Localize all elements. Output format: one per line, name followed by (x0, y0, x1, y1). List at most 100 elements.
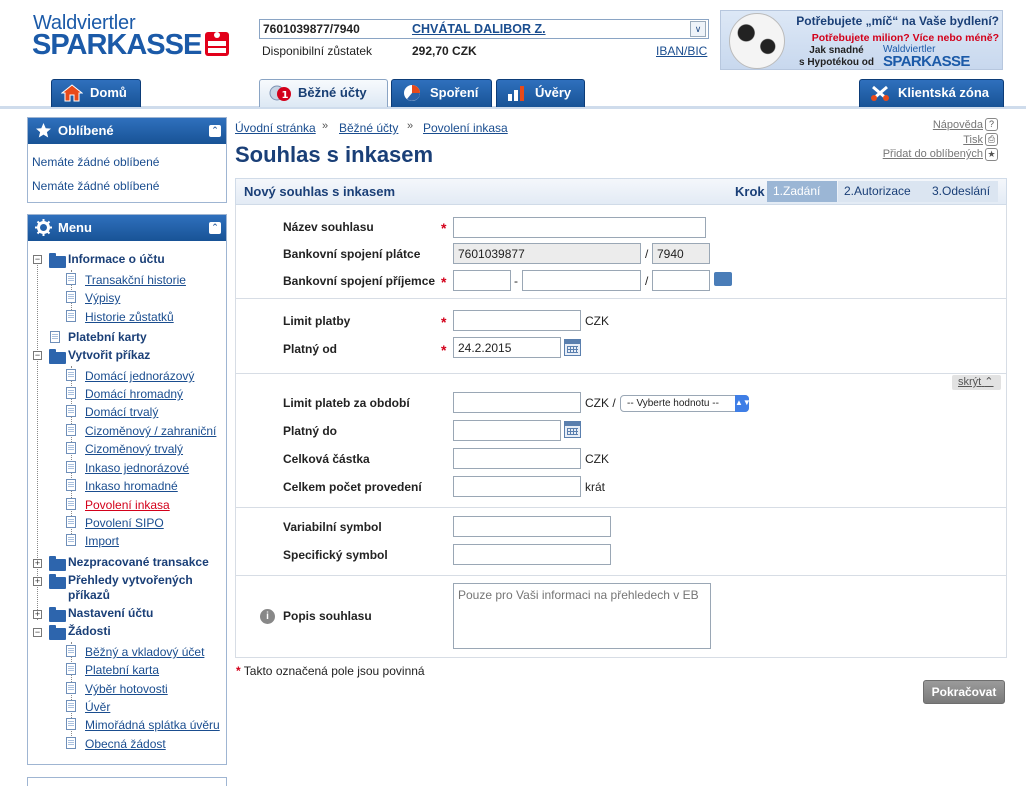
payee-account-input[interactable] (522, 270, 641, 291)
menu-domestic-batch[interactable]: Domácí hromadný (85, 387, 183, 401)
menu-direct-debit-single[interactable]: Inkaso jednorázové (85, 461, 189, 475)
help-link[interactable]: Nápověda (933, 119, 983, 131)
collapse-toggle-icon[interactable]: − (33, 351, 42, 360)
tree-line (71, 642, 72, 746)
calendar-icon[interactable] (564, 339, 581, 356)
breadcrumb-current[interactable]: Povolení inkasa (423, 121, 508, 135)
menu-overviews-line1: Přehledy vytvořených (68, 573, 193, 587)
section-divider (235, 657, 1007, 658)
tab-home[interactable]: Domů (51, 79, 141, 107)
document-icon (66, 291, 76, 303)
menu-requests[interactable]: Žádosti (68, 624, 111, 639)
tab-label: Klientská zóna (898, 85, 990, 100)
expand-toggle-icon[interactable]: + (33, 610, 42, 619)
consent-name-input[interactable] (453, 217, 706, 238)
address-book-folder-icon[interactable] (714, 272, 732, 286)
variable-symbol-label: Variabilní symbol (283, 520, 382, 534)
total-amount-input[interactable] (453, 448, 581, 469)
menu-request-cash[interactable]: Výběr hotovosti (85, 682, 168, 696)
menu-direct-debit-consent[interactable]: Povolení inkasa (85, 498, 170, 512)
menu-unprocessed[interactable]: Nezpracované transakce (68, 555, 209, 570)
continue-button[interactable]: Pokračovat (923, 680, 1005, 704)
period-select[interactable]: -- Vyberte hodnotu -- ▲▼ (620, 395, 751, 412)
specific-symbol-input[interactable] (453, 544, 611, 565)
menu-request-account[interactable]: Běžný a vkladový účet (85, 645, 204, 659)
menu-import[interactable]: Import (85, 534, 119, 548)
print-link[interactable]: Tisk (963, 134, 983, 146)
description-textarea[interactable] (453, 583, 711, 649)
currency-label: CZK (585, 314, 609, 328)
expand-toggle-icon[interactable]: + (33, 577, 42, 586)
currency-label: CZK (585, 452, 609, 466)
tab-savings[interactable]: Spoření (391, 79, 492, 107)
menu-domestic-standing[interactable]: Domácí trvalý (85, 405, 158, 419)
logo-sparkasse[interactable]: SPARKASSE (32, 29, 230, 62)
menu-payment-cards[interactable]: Platební karty (68, 330, 147, 345)
valid-from-input[interactable] (453, 337, 561, 358)
menu-balance-history[interactable]: Historie zůstatků (85, 310, 174, 324)
page-title: Souhlas s inkasem (235, 142, 434, 167)
breadcrumb-home[interactable]: Úvodní stránka (235, 121, 316, 135)
menu-overviews[interactable]: Přehledy vytvořených příkazů (68, 573, 193, 603)
payee-bank-input[interactable] (652, 270, 710, 291)
collapse-toggle-icon[interactable]: − (33, 255, 42, 264)
menu-sipo-consent[interactable]: Povolení SIPO (85, 516, 164, 530)
form-border-left (235, 205, 236, 657)
account-owner-link[interactable]: CHVÁTAL DALIBOR Z. (412, 22, 546, 36)
specific-symbol-label: Specifický symbol (283, 548, 388, 562)
menu-foreign-standing[interactable]: Cizoměnový trvalý (85, 442, 183, 456)
help-icon[interactable]: ? (985, 118, 998, 131)
mortgage-ad-banner[interactable]: Potřebujete „míč“ na Vaše bydlení? Potře… (720, 10, 1003, 70)
document-icon (66, 498, 76, 510)
step-label: Krok (735, 184, 765, 199)
slash-separator: / (645, 247, 649, 261)
tab-loans[interactable]: Úvěry (496, 79, 585, 107)
favorites-empty-1: Nemáte žádné oblíbené (32, 155, 160, 169)
favorites-header[interactable]: Oblíbené ⌃ (28, 118, 226, 144)
breadcrumb-accounts[interactable]: Běžné účty (339, 121, 398, 135)
collapse-icon[interactable]: ⌃ (209, 222, 221, 234)
menu-transaction-history[interactable]: Transakční historie (85, 273, 186, 287)
tab-current-accounts[interactable]: 1 Běžné účty (259, 79, 388, 107)
add-favorite-icon[interactable]: ★ (985, 148, 998, 161)
iban-bic-link[interactable]: IBAN/BIC (656, 44, 707, 58)
valid-to-input[interactable] (453, 420, 561, 441)
variable-symbol-input[interactable] (453, 516, 611, 537)
limit-input[interactable] (453, 310, 581, 331)
total-amount-label: Celková částka (283, 452, 370, 466)
required-mark: * (441, 342, 447, 358)
calendar-icon[interactable] (564, 421, 581, 438)
add-favorite-link[interactable]: Přidat do oblíbených (883, 148, 983, 160)
menu-request-loan[interactable]: Úvěr (85, 700, 110, 714)
menu-request-general[interactable]: Obecná žádost (85, 737, 166, 751)
print-icon[interactable]: ⎙ (985, 133, 998, 146)
menu-statements[interactable]: Výpisy (85, 291, 120, 305)
collapse-icon[interactable]: ⌃ (209, 125, 221, 137)
chevron-down-icon[interactable]: ∨ (690, 21, 706, 37)
hide-link[interactable]: skrýt ⌃ (952, 375, 1001, 390)
tab-client-zone[interactable]: Klientská zóna (859, 79, 1004, 107)
collapse-toggle-icon[interactable]: − (33, 628, 42, 637)
menu-domestic-single[interactable]: Domácí jednorázový (85, 369, 194, 383)
slash-separator: / (645, 274, 649, 288)
chevron-up-icon: ⌃ (984, 376, 994, 388)
menu-create-order[interactable]: Vytvořit příkaz (68, 348, 150, 363)
period-limit-input[interactable] (453, 392, 581, 413)
menu-request-prepayment[interactable]: Mimořádná splátka úvěru (85, 718, 220, 732)
logo-text: SPARKASSE (32, 29, 202, 61)
info-icon[interactable]: i (260, 609, 275, 624)
expand-toggle-icon[interactable]: + (33, 559, 42, 568)
count-input[interactable] (453, 476, 581, 497)
menu-foreign[interactable]: Cizoměnový / zahraniční (85, 424, 216, 438)
tab-label: Úvěry (535, 85, 572, 100)
menu-direct-debit-batch[interactable]: Inkaso hromadné (85, 479, 178, 493)
document-icon (66, 310, 76, 322)
payee-prefix-input[interactable] (453, 270, 511, 291)
menu-account-settings[interactable]: Nastavení účtu (68, 606, 153, 621)
menu-header[interactable]: Menu ⌃ (28, 215, 226, 241)
period-select-value: -- Vyberte hodnotu -- (627, 398, 719, 409)
menu-request-card[interactable]: Platební karta (85, 663, 159, 677)
home-icon (61, 84, 83, 102)
favorites-title: Oblíbené (58, 123, 114, 138)
menu-account-info[interactable]: Informace o účtu (68, 252, 165, 267)
